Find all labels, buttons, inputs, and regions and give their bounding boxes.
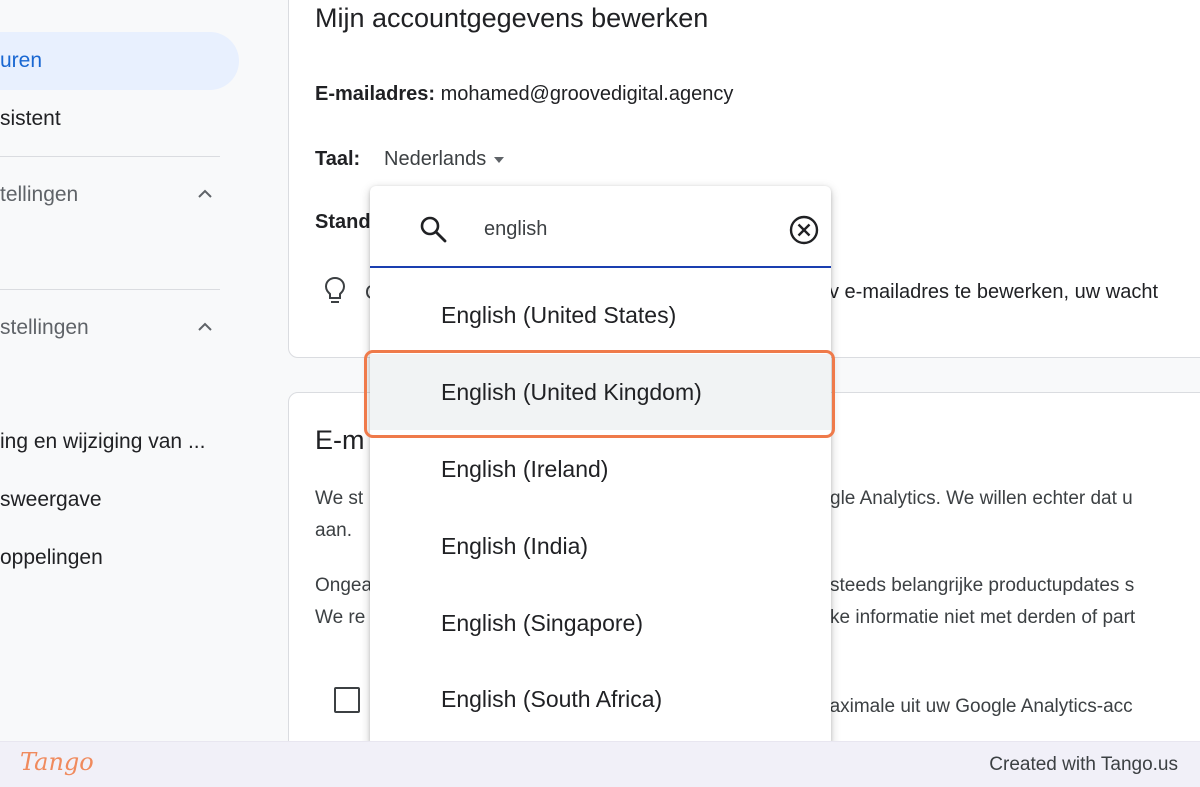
- paragraph-1-right: gle Analytics. We willen echter dat u: [830, 488, 1133, 509]
- sidebar-section-label: stellingen: [0, 316, 89, 339]
- tango-footer: Tango Created with Tango.us: [0, 741, 1200, 787]
- sidebar-item-weergave[interactable]: sweergave: [0, 488, 102, 512]
- email-value: mohamed@groovedigital.agency: [440, 83, 734, 105]
- sidebar-item-label: sweergave: [0, 488, 102, 511]
- language-option[interactable]: English (South Africa): [370, 661, 831, 737]
- sidebar-item-label: oppelingen: [0, 546, 103, 569]
- language-select[interactable]: Nederlands: [384, 148, 505, 171]
- sidebar-section-2[interactable]: stellingen: [0, 316, 89, 340]
- standard-label-text: Stand: [315, 211, 371, 233]
- paragraph-1-line2: aan.: [315, 520, 352, 541]
- sidebar-section-label: tellingen: [0, 183, 79, 206]
- email-row: E-mailadres: mohamed@groovedigital.agenc…: [315, 83, 733, 106]
- language-option-highlighted[interactable]: English (United Kingdom): [370, 354, 831, 430]
- language-label: Taal:: [315, 148, 360, 171]
- paragraph-3-left: We re: [315, 607, 366, 628]
- language-label-text: Taal:: [315, 148, 361, 170]
- paragraph-1-left: We st: [315, 488, 364, 509]
- search-icon: [420, 216, 447, 243]
- language-search-input[interactable]: [484, 214, 774, 244]
- chevron-up-icon[interactable]: [195, 317, 215, 337]
- sidebar-item-label: uren: [0, 49, 43, 72]
- close-circle-icon[interactable]: [788, 214, 820, 246]
- standard-label: Stand: [315, 211, 371, 234]
- sidebar: uren sistent tellingen stellingen ing en…: [0, 0, 262, 741]
- dropdown-search-bar: [370, 186, 831, 268]
- sidebar-item-label: ing en wijziging van ...: [0, 430, 206, 453]
- checkbox-label: haximale uit uw Google Analytics-acc: [819, 696, 1133, 717]
- card-title: E-m: [315, 425, 365, 455]
- sidebar-section-1[interactable]: tellingen: [0, 183, 78, 207]
- paragraph-3-right: ke informatie niet met derden of part: [830, 607, 1136, 628]
- language-dropdown: English (United States) English (United …: [370, 186, 831, 746]
- tango-logo: Tango: [20, 748, 94, 776]
- sidebar-item-label: sistent: [0, 107, 61, 130]
- lightbulb-icon: [324, 276, 346, 303]
- sidebar-divider: [0, 289, 220, 290]
- language-option[interactable]: English (Ireland): [370, 431, 831, 507]
- sidebar-item-wijziging[interactable]: ing en wijziging van ...: [0, 430, 205, 454]
- language-option[interactable]: English (United States): [370, 277, 831, 353]
- card-title: Mijn accountgegevens bewerken: [315, 3, 709, 33]
- language-option[interactable]: English (India): [370, 508, 831, 584]
- footer-credit: Created with Tango.us: [989, 754, 1178, 775]
- sidebar-item-active[interactable]: uren: [0, 32, 239, 90]
- email-label: E-mailadres:: [315, 83, 436, 105]
- sidebar-item-koppelingen[interactable]: oppelingen: [0, 546, 103, 570]
- paragraph-2-left: Ongea: [315, 575, 373, 596]
- language-option[interactable]: English (Singapore): [370, 585, 831, 661]
- email-opt-in-checkbox[interactable]: [334, 687, 360, 713]
- tip-text: v e-mailadres te bewerken, uw wacht: [829, 281, 1159, 303]
- language-select-value: Nederlands: [384, 148, 487, 170]
- caret-down-icon: [494, 156, 505, 163]
- sidebar-item-assistent[interactable]: sistent: [0, 107, 61, 131]
- paragraph-2-right: steeds belangrijke productupdates s: [830, 575, 1135, 596]
- chevron-up-icon[interactable]: [195, 184, 215, 204]
- sidebar-divider: [0, 156, 220, 157]
